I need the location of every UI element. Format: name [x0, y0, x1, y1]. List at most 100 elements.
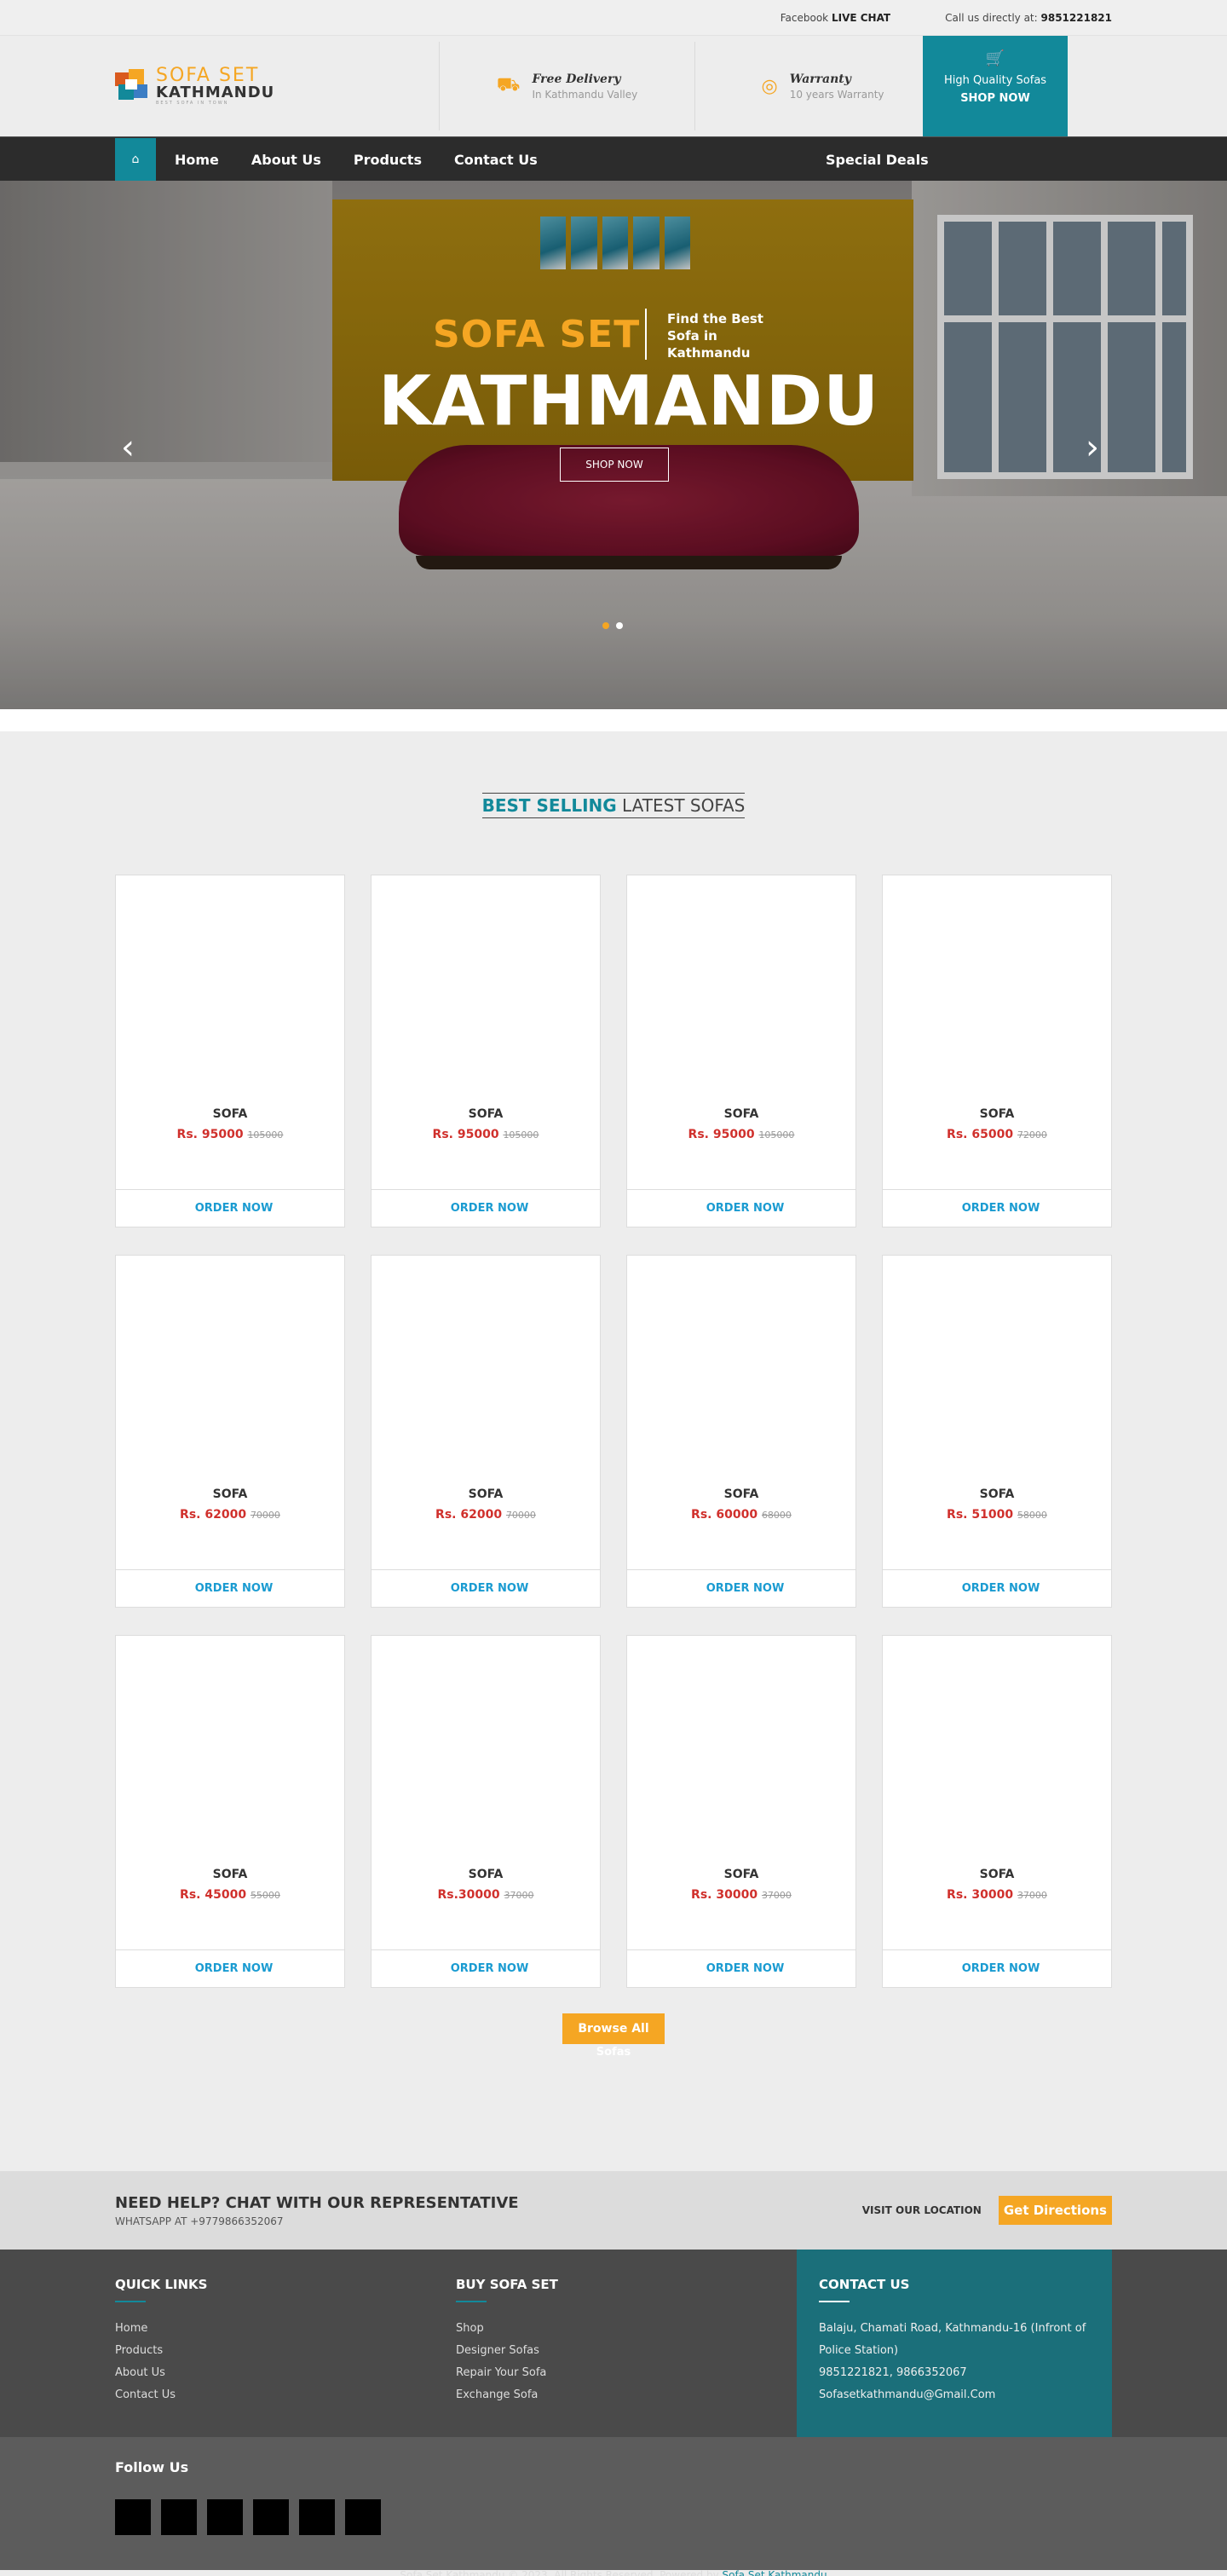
call-number[interactable]: 9851221821: [1041, 12, 1113, 24]
help-bar: NEED HELP? CHAT WITH OUR REPRESENTATIVE …: [0, 2171, 1227, 2250]
order-now-button[interactable]: ORDER NOW: [116, 1569, 344, 1607]
live-chat-link[interactable]: Facebook LIVE CHAT: [781, 12, 890, 24]
footer-link-designer[interactable]: Designer Sofas: [456, 2340, 797, 2362]
product-card[interactable]: SOFA Rs. 45000 55000 ORDER NOW: [115, 1635, 345, 1988]
pinterest-icon[interactable]: [299, 2499, 335, 2535]
product-card[interactable]: SOFA Rs. 95000 105000 ORDER NOW: [115, 875, 345, 1227]
product-name[interactable]: SOFA: [116, 1487, 344, 1501]
nav-products[interactable]: Products: [354, 152, 422, 168]
product-name[interactable]: SOFA: [627, 1487, 855, 1501]
product-name[interactable]: SOFA: [372, 1487, 600, 1501]
footer-link-repair[interactable]: Repair Your Sofa: [456, 2362, 797, 2384]
footer-link-shop[interactable]: Shop: [456, 2318, 797, 2340]
product-card[interactable]: SOFA Rs.30000 37000 ORDER NOW: [371, 1635, 601, 1988]
order-now-button[interactable]: ORDER NOW: [883, 1189, 1111, 1227]
product-current-price: Rs.30000: [437, 1888, 500, 1902]
product-price: Rs. 60000 68000: [627, 1508, 855, 1522]
product-old-price: 72000: [1017, 1129, 1047, 1141]
product-name[interactable]: SOFA: [372, 1868, 600, 1881]
contact-email[interactable]: Sofasetkathmandu@Gmail.Com: [819, 2384, 1090, 2406]
footer-link-about[interactable]: About Us: [115, 2362, 456, 2384]
get-directions-button[interactable]: Get Directions: [998, 2196, 1112, 2225]
hero-side-text: Find the Best Sofa in Kathmandu: [667, 311, 763, 361]
product-price: Rs. 30000 37000: [883, 1888, 1111, 1902]
product-name[interactable]: SOFA: [116, 1107, 344, 1121]
product-card[interactable]: SOFA Rs. 60000 68000 ORDER NOW: [626, 1255, 856, 1608]
product-name[interactable]: SOFA: [116, 1868, 344, 1881]
section-title: BEST SELLING LATEST SOFAS: [115, 793, 1112, 818]
product-current-price: Rs. 95000: [688, 1128, 755, 1141]
product-current-price: Rs. 60000: [691, 1508, 758, 1522]
nav-contact[interactable]: Contact Us: [454, 152, 538, 168]
footer-link-products[interactable]: Products: [115, 2340, 456, 2362]
product-price: Rs. 95000 105000: [372, 1128, 600, 1141]
product-card[interactable]: SOFA Rs. 30000 37000 ORDER NOW: [882, 1635, 1112, 1988]
hero-next-arrow-icon[interactable]: ›: [1086, 428, 1099, 467]
nav-home[interactable]: Home: [175, 152, 219, 168]
order-now-label: ORDER NOW: [194, 1202, 274, 1215]
footer-link-contact[interactable]: Contact Us: [115, 2384, 456, 2406]
nav-special-deals[interactable]: Special Deals: [826, 152, 929, 168]
product-card[interactable]: SOFA Rs. 95000 105000 ORDER NOW: [626, 875, 856, 1227]
footer-link-home[interactable]: Home: [115, 2318, 456, 2340]
product-current-price: Rs. 30000: [947, 1888, 1014, 1902]
product-name[interactable]: SOFA: [627, 1868, 855, 1881]
buy-sofa-links: BUY SOFA SET Shop Designer Sofas Repair …: [456, 2250, 797, 2437]
buy-sofa-title: BUY SOFA SET: [456, 2277, 558, 2292]
product-old-price: 37000: [504, 1890, 534, 1901]
product-price: Rs.30000 37000: [372, 1888, 600, 1902]
product-card[interactable]: SOFA Rs. 62000 70000 ORDER NOW: [371, 1255, 601, 1608]
order-now-button[interactable]: ORDER NOW: [627, 1949, 855, 1987]
facebook-icon[interactable]: [115, 2499, 151, 2535]
product-old-price: 68000: [761, 1510, 792, 1521]
hero-dot[interactable]: [602, 622, 609, 629]
order-now-button[interactable]: ORDER NOW: [372, 1189, 600, 1227]
browse-all-button[interactable]: Browse All: [562, 2013, 665, 2044]
product-name[interactable]: SOFA: [372, 1107, 600, 1121]
product-price: Rs. 65000 72000: [883, 1128, 1111, 1141]
product-name[interactable]: SOFA: [883, 1868, 1111, 1881]
shop-now-box[interactable]: 🛒 High Quality Sofas SHOP NOW: [923, 36, 1068, 136]
product-price: Rs. 95000 105000: [627, 1128, 855, 1141]
product-card[interactable]: SOFA Rs. 51000 58000 ORDER NOW: [882, 1255, 1112, 1608]
order-now-label: ORDER NOW: [450, 1202, 529, 1215]
powered-by-link[interactable]: Sofa Set Kathmandu: [723, 2569, 827, 2576]
order-now-button[interactable]: ORDER NOW: [627, 1569, 855, 1607]
youtube-icon[interactable]: [345, 2499, 381, 2535]
hero-shop-now-button[interactable]: SHOP NOW: [560, 448, 669, 482]
site-logo[interactable]: SOFA SET KATHMANDU BEST SOFA IN TOWN: [115, 66, 439, 106]
order-now-button[interactable]: ORDER NOW: [883, 1569, 1111, 1607]
order-now-button[interactable]: ORDER NOW: [116, 1189, 344, 1227]
twitter-icon[interactable]: [161, 2499, 197, 2535]
product-card[interactable]: SOFA Rs. 65000 72000 ORDER NOW: [882, 875, 1112, 1227]
product-name[interactable]: SOFA: [627, 1107, 855, 1121]
product-name[interactable]: SOFA: [883, 1107, 1111, 1121]
product-old-price: 55000: [250, 1890, 280, 1901]
visit-location-label: VISIT OUR LOCATION: [861, 2204, 982, 2216]
product-old-price: 105000: [503, 1129, 539, 1141]
order-now-button[interactable]: ORDER NOW: [372, 1569, 600, 1607]
hero-dot[interactable]: [616, 622, 623, 629]
footer-link-exchange[interactable]: Exchange Sofa: [456, 2384, 797, 2406]
product-card[interactable]: SOFA Rs. 95000 105000 ORDER NOW: [371, 875, 601, 1227]
order-now-button[interactable]: ORDER NOW: [883, 1949, 1111, 1987]
order-now-label: ORDER NOW: [194, 1582, 274, 1595]
product-name[interactable]: SOFA: [883, 1487, 1111, 1501]
section-title-accent: BEST SELLING: [481, 795, 617, 816]
copyright: Sofa Set Kathmandu © 2023. All Rights Re…: [115, 2569, 1112, 2576]
contact-phone[interactable]: 9851221821, 9866352067: [819, 2362, 1090, 2384]
browse-all-sub[interactable]: Sofas: [115, 2046, 1112, 2059]
nav-about[interactable]: About Us: [251, 152, 321, 168]
home-icon[interactable]: ⌂: [115, 138, 156, 181]
instagram-icon[interactable]: [253, 2499, 289, 2535]
product-card[interactable]: SOFA Rs. 30000 37000 ORDER NOW: [626, 1635, 856, 1988]
order-now-button[interactable]: ORDER NOW: [627, 1189, 855, 1227]
product-price: Rs. 51000 58000: [883, 1508, 1111, 1522]
google-plus-icon[interactable]: [207, 2499, 243, 2535]
product-current-price: Rs. 95000: [176, 1128, 244, 1141]
order-now-button[interactable]: ORDER NOW: [372, 1949, 600, 1987]
order-now-button[interactable]: ORDER NOW: [116, 1949, 344, 1987]
product-card[interactable]: SOFA Rs. 62000 70000 ORDER NOW: [115, 1255, 345, 1608]
hero-prev-arrow-icon[interactable]: ‹: [121, 428, 135, 467]
hero-divider: [645, 309, 647, 360]
